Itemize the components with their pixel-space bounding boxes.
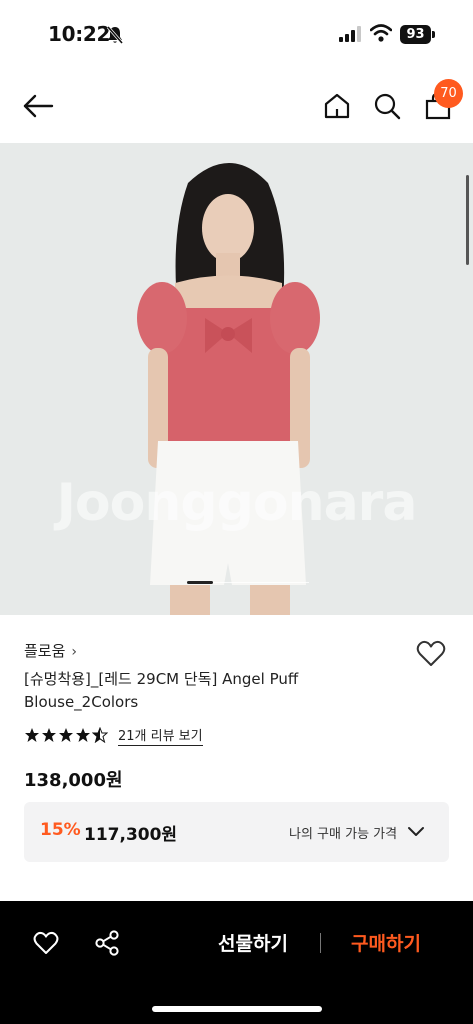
brand-link[interactable]: 플로움 › <box>24 640 77 661</box>
my-price-label: 나의 구매 가능 가격 <box>289 826 398 842</box>
chevron-down-icon <box>408 827 425 836</box>
gift-button[interactable]: 선물하기 <box>205 929 301 957</box>
review-link[interactable]: 21개 리뷰 보기 <box>118 725 203 746</box>
star-icon <box>25 728 39 742</box>
status-time: 10:22 <box>48 22 111 46</box>
star-icon <box>42 728 56 742</box>
search-icon[interactable] <box>373 92 401 120</box>
discounted-price: 117,300원 <box>84 825 178 845</box>
heart-icon[interactable] <box>33 931 59 955</box>
bell-off-icon <box>106 26 124 44</box>
share-icon[interactable] <box>94 930 120 956</box>
star-icon <box>76 728 90 742</box>
product-photo <box>0 143 473 615</box>
top-navigation: 70 <box>0 70 473 143</box>
home-indicator[interactable] <box>152 1006 322 1012</box>
product-image-carousel[interactable]: Joonggonara <box>0 143 473 615</box>
bottom-action-bar: 선물하기 구매하기 <box>0 901 473 1024</box>
original-price: 138,000원 <box>24 770 123 791</box>
status-bar: 10:22 93 <box>0 0 473 70</box>
my-price-toggle[interactable]: 나의 구매 가능 가격 <box>289 820 425 844</box>
home-icon[interactable] <box>323 92 351 120</box>
watermark-text: Joonggonara <box>56 473 418 533</box>
battery-indicator: 93 <box>400 25 431 44</box>
buy-button[interactable]: 구매하기 <box>338 929 434 957</box>
carousel-track <box>213 582 309 583</box>
carousel-indicator <box>187 581 213 584</box>
discount-box: 15% 117,300원 나의 구매 가능 가격 <box>24 802 449 862</box>
rating-stars <box>24 727 108 743</box>
wifi-icon <box>370 24 392 42</box>
battery-tip <box>432 31 435 38</box>
star-half-icon <box>92 727 108 743</box>
rating-row: 21개 리뷰 보기 <box>24 724 203 746</box>
star-icon <box>59 728 73 742</box>
product-title: [슈멍착용]_[레드 29CM 단독] Angel Puff Blouse_2C… <box>24 670 299 711</box>
chevron-right-icon: › <box>71 644 78 660</box>
heart-icon[interactable] <box>416 640 446 668</box>
scrollbar[interactable] <box>466 175 469 265</box>
arrow-left-icon[interactable] <box>22 92 54 120</box>
divider <box>320 933 321 953</box>
signal-icon <box>339 26 361 42</box>
discount-rate: 15% <box>40 820 81 840</box>
brand-name: 플로움 <box>24 642 66 660</box>
cart-count-badge: 70 <box>434 79 463 108</box>
